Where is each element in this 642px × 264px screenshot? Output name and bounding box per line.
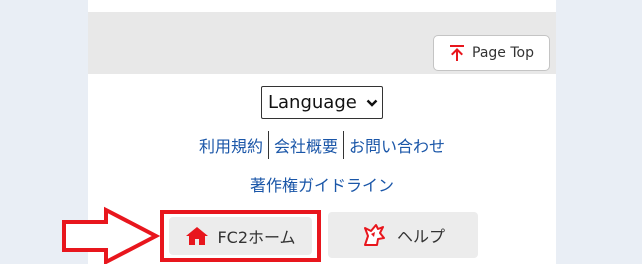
arrow-up-to-top-icon: [450, 45, 465, 61]
link-copyright-guidelines[interactable]: 著作権ガイドライン: [88, 172, 556, 196]
language-select-label: Language: [268, 92, 357, 113]
page-top-band: Page Top: [88, 12, 556, 74]
link-contact[interactable]: お問い合わせ: [344, 133, 450, 157]
page-top-button[interactable]: Page Top: [433, 35, 550, 71]
arrow-right-outline-icon: [62, 206, 160, 264]
fc2-home-label: FC2ホーム: [217, 228, 296, 247]
unicorn-icon: [363, 224, 385, 246]
page-top-label: Page Top: [472, 45, 534, 61]
help-button[interactable]: ヘルプ: [328, 212, 478, 258]
help-label: ヘルプ: [396, 227, 445, 246]
fc2-home-highlight: FC2ホーム: [160, 210, 321, 262]
link-terms[interactable]: 利用規約: [194, 133, 268, 157]
home-icon: [186, 227, 209, 245]
fc2-home-button[interactable]: FC2ホーム: [169, 217, 312, 255]
link-company[interactable]: 会社概要: [269, 133, 343, 157]
chevron-down-icon: [366, 99, 378, 107]
language-select[interactable]: Language: [261, 86, 383, 119]
footer-links: 利用規約 会社概要 お問い合わせ: [88, 130, 556, 160]
